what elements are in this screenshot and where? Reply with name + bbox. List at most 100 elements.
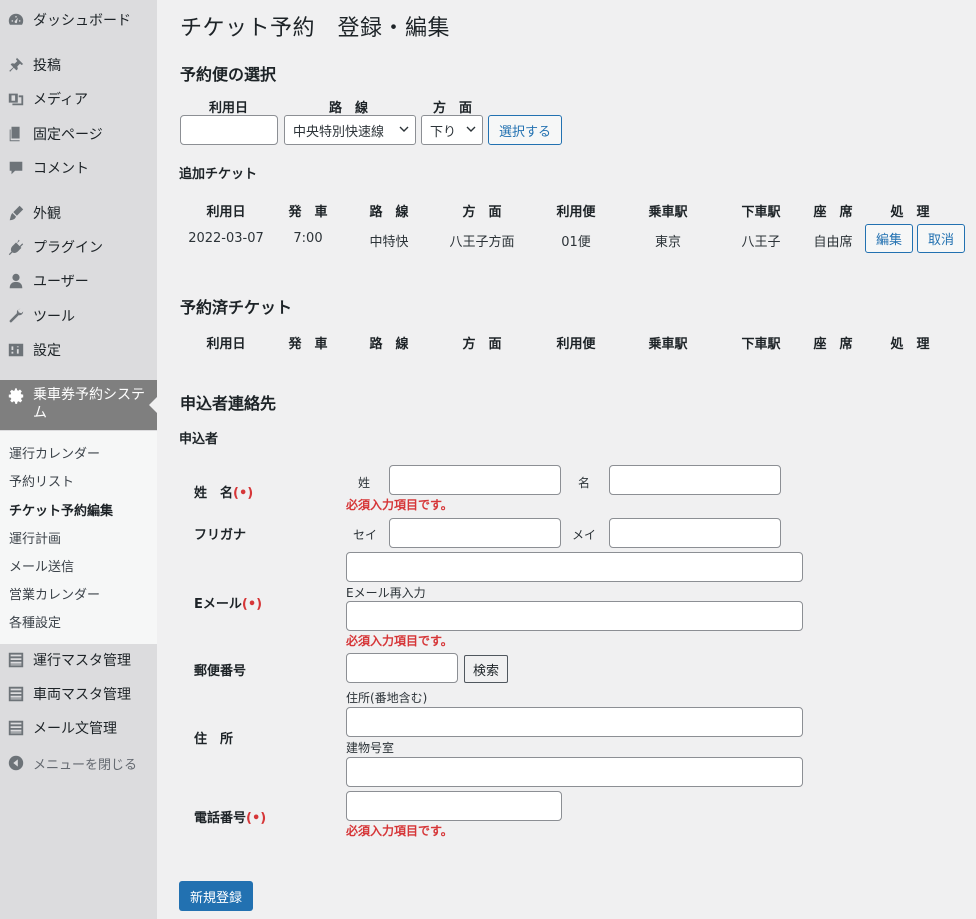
pin-icon (6, 55, 26, 75)
submenu-item-operation-calendar[interactable]: 運行カレンダー (9, 443, 100, 462)
sidebar-item-label: ユーザー (33, 274, 89, 290)
date-input[interactable] (180, 115, 278, 145)
sidebar-item-comments[interactable]: コメント (0, 151, 157, 185)
cell-service: 01便 (561, 235, 591, 250)
sidebar-item-label: 車両マスタ管理 (33, 687, 131, 703)
sidebar-item-posts[interactable]: 投稿 (0, 48, 157, 82)
sidebar-item-appearance[interactable]: 外観 (0, 196, 157, 230)
submenu-item-reservation-list[interactable]: 予約リスト (9, 471, 74, 490)
name-error: 必須入力項目です。 (346, 498, 453, 512)
address-input[interactable] (346, 707, 803, 737)
sidebar-item-label: 運行マスタ管理 (33, 653, 131, 669)
comment-icon (6, 158, 26, 178)
submenu-item-operation-plan[interactable]: 運行計画 (9, 528, 61, 547)
col-header: 発 車 (288, 205, 328, 220)
sidebar-submenu: 運行カレンダー 予約リスト チケット予約編集 運行計画 メール送信 営業カレンダ… (0, 431, 157, 644)
direction-select-value: 下り (430, 124, 457, 140)
email-confirm-input[interactable] (346, 601, 803, 631)
first-name-label: 名 (578, 476, 591, 490)
page-icon (6, 124, 26, 144)
sidebar-item-vehicle-master[interactable]: 車両マスタ管理 (0, 677, 157, 711)
settings-icon (6, 340, 26, 360)
phone-label: 電話番号(•) (194, 811, 267, 826)
sidebar-item-plugins[interactable]: プラグイン (0, 230, 157, 264)
kana-first-input[interactable] (609, 518, 781, 548)
col-header: 処 理 (890, 337, 930, 352)
direction-label: 方 面 (433, 101, 473, 116)
building-input[interactable] (346, 757, 803, 787)
list-icon (6, 684, 26, 704)
submenu-item-settings[interactable]: 各種設定 (9, 612, 61, 631)
list-icon (6, 718, 26, 738)
col-header: 方 面 (462, 205, 502, 220)
last-name-input[interactable] (389, 465, 561, 495)
kana-last-label: セイ (353, 528, 378, 542)
submenu-item-business-calendar[interactable]: 営業カレンダー (9, 584, 100, 603)
submenu-item-mail-send[interactable]: メール送信 (9, 556, 74, 575)
list-icon (6, 650, 26, 670)
applicant-subheading: 申込者 (179, 432, 219, 447)
chevron-down-icon (399, 126, 409, 132)
col-header: 下車駅 (741, 337, 781, 352)
sidebar-item-label: ツール (33, 309, 75, 325)
sidebar-item-dashboard[interactable]: ダッシュボード (0, 3, 157, 37)
required-mark: (•) (241, 597, 263, 612)
sidebar-item-label: 外観 (33, 206, 61, 222)
postal-search-button[interactable]: 検索 (464, 655, 508, 683)
edit-ticket-button[interactable]: 編集 (865, 224, 913, 253)
collapse-arrow-icon (6, 753, 26, 773)
email-error: 必須入力項目です。 (346, 634, 453, 648)
sidebar-item-users[interactable]: ユーザー (0, 264, 157, 298)
col-header: 座 席 (813, 337, 853, 352)
select-button[interactable]: 選択する (488, 115, 562, 145)
sidebar-item-operation-master[interactable]: 運行マスタ管理 (0, 643, 157, 677)
building-label: 建物号室 (346, 741, 395, 755)
direction-select[interactable]: 下り (421, 115, 483, 145)
sidebar-item-label: メディア (33, 92, 89, 108)
sidebar-item-label: 固定ページ (33, 127, 103, 143)
cancel-ticket-button[interactable]: 取消 (917, 224, 965, 253)
admin-sidebar: ダッシュボード 投稿 メディア 固定ページ コメント 外観 プラグイン ユーザー… (0, 0, 157, 919)
col-header: 利用日 (206, 205, 246, 220)
kana-label: フリガナ (194, 528, 247, 543)
postal-input[interactable] (346, 653, 458, 683)
plugin-icon (6, 237, 26, 257)
sidebar-item-label: 乗車券予約システム (33, 387, 145, 421)
register-button[interactable]: 新規登録 (179, 881, 253, 911)
collapse-menu-label: メニューを閉じる (33, 757, 138, 773)
first-name-input[interactable] (609, 465, 781, 495)
col-header: 利用便 (556, 337, 596, 352)
postal-label: 郵便番号 (194, 664, 247, 679)
main-content: チケット予約 登録・編集 予約便の選択 利用日 路 線 方 面 中央特別快速線 … (157, 0, 976, 919)
sidebar-item-ticket-system[interactable]: 乗車券予約システム (0, 380, 157, 430)
submenu-item-ticket-edit[interactable]: チケット予約編集 (9, 500, 113, 519)
dashboard-icon (6, 10, 26, 30)
collapse-menu-button[interactable]: メニューを閉じる (0, 746, 157, 780)
chevron-down-icon (466, 126, 476, 132)
sidebar-item-settings[interactable]: 設定 (0, 333, 157, 367)
cell-route: 中特快 (369, 235, 409, 250)
phone-error: 必須入力項目です。 (346, 824, 453, 838)
email-input[interactable] (346, 552, 803, 582)
brush-icon (6, 203, 26, 223)
route-select[interactable]: 中央特別快速線 (284, 115, 416, 145)
sidebar-item-tools[interactable]: ツール (0, 299, 157, 333)
col-header: 利用日 (206, 337, 246, 352)
email-confirm-label: Eメール再入力 (346, 586, 426, 600)
sidebar-item-label: コメント (33, 161, 89, 177)
sidebar-item-media[interactable]: メディア (0, 82, 157, 116)
sidebar-item-pages[interactable]: 固定ページ (0, 117, 157, 151)
route-select-value: 中央特別快速線 (293, 124, 385, 140)
phone-input[interactable] (346, 791, 562, 821)
col-header: 方 面 (462, 337, 502, 352)
email-label: Eメール(•) (194, 597, 263, 612)
col-header: 路 線 (369, 337, 409, 352)
sidebar-item-label: プラグイン (33, 240, 103, 256)
address-sub-label: 住所(番地含む) (346, 691, 428, 705)
reserved-tickets-heading: 予約済チケット (180, 298, 293, 317)
contact-heading: 申込者連絡先 (180, 394, 277, 413)
sidebar-item-mail-template[interactable]: メール文管理 (0, 711, 157, 745)
kana-last-input[interactable] (389, 518, 561, 548)
cell-board-station: 東京 (654, 235, 681, 250)
cell-alight-station: 八王子 (741, 235, 781, 250)
